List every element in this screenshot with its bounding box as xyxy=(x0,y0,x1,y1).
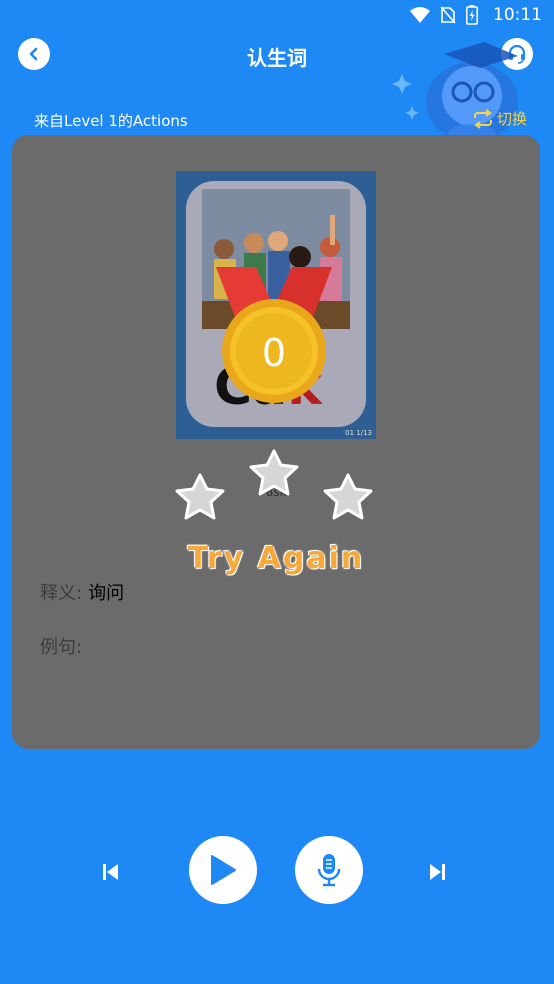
medal-score: 0 xyxy=(261,331,287,375)
battery-icon xyxy=(466,5,478,25)
switch-label: 切换 xyxy=(497,110,528,128)
status-time: 10:11 xyxy=(493,5,542,25)
skip-next-icon xyxy=(430,864,445,880)
wifi-icon xyxy=(410,7,430,23)
status-bar: 10:11 xyxy=(0,0,554,32)
switch-button[interactable]: 切换 xyxy=(472,108,527,129)
score-medal: 0 xyxy=(210,267,338,417)
next-button[interactable] xyxy=(428,862,448,886)
star-rating xyxy=(175,449,373,520)
example-label: 例句: xyxy=(40,637,83,658)
playback-controls xyxy=(0,836,554,908)
meaning-row: 释义: 询问 xyxy=(40,579,124,605)
meaning-value: 询问 xyxy=(88,583,125,604)
previous-button[interactable] xyxy=(100,862,120,886)
microphone-icon xyxy=(317,854,341,887)
source-label: 来自Level 1的Actions xyxy=(34,112,188,130)
skip-previous-icon xyxy=(103,864,118,880)
star-1-icon xyxy=(175,473,225,520)
switch-arrows-icon xyxy=(474,108,492,129)
record-button[interactable] xyxy=(295,836,363,904)
play-icon xyxy=(211,855,236,885)
word-card: Cak 01 1/13 0 ask Try Again 释义:询问 例句: xyxy=(12,135,540,749)
meaning-label: 释义: xyxy=(40,583,83,604)
star-2-icon xyxy=(249,449,299,496)
example-row: 例句: xyxy=(40,633,82,659)
status-icons xyxy=(410,5,478,25)
result-text: Try Again xyxy=(187,541,365,576)
play-button[interactable] xyxy=(189,836,257,904)
star-3-icon xyxy=(323,473,373,520)
no-sim-icon xyxy=(440,6,456,24)
illustration-caption: 01 1/13 xyxy=(345,429,372,437)
